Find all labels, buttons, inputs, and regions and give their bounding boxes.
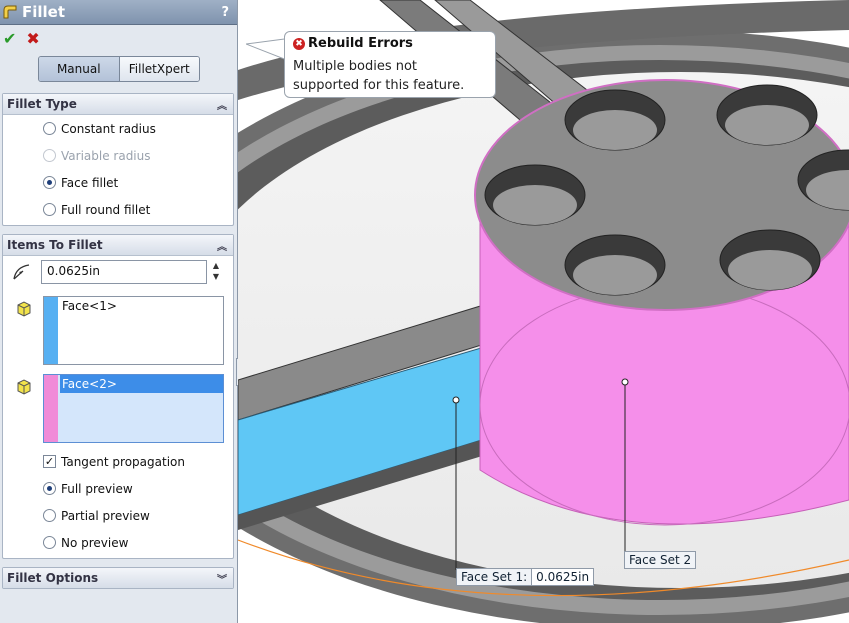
radio-variable-radius: Variable radius (3, 142, 233, 169)
error-icon: ✖ (293, 37, 305, 50)
radio-label: No preview (61, 535, 129, 550)
face-selection-icon (17, 301, 31, 317)
radio-button[interactable] (43, 536, 56, 549)
fillet-type-title: Fillet Type (7, 97, 77, 111)
tooltip-line2: supported for this feature. (293, 78, 465, 93)
face-set1-color-swatch (44, 297, 58, 364)
face-set1-list[interactable]: Face<1> (43, 296, 224, 365)
fillet-options-title: Fillet Options (7, 571, 99, 585)
radio-label: Face fillet (61, 175, 119, 190)
fillet-type-group: Fillet Type ︽ Constant radius Variable r… (2, 93, 234, 226)
radio-constant-radius[interactable]: Constant radius (3, 115, 233, 142)
radio-button-selected[interactable] (43, 482, 56, 495)
radio-button[interactable] (43, 509, 56, 522)
radio-button (43, 149, 56, 162)
collapse-chevron-icon[interactable]: ︽ (217, 238, 227, 253)
radio-partial-preview[interactable]: Partial preview (3, 502, 233, 529)
tooltip-header: ✖ Rebuild Errors (293, 36, 413, 51)
items-to-fillet-group: Items To Fillet ︽ 0.0625in ▲ ▼ Face<1> Fa… (2, 234, 234, 559)
radio-full-preview[interactable]: Full preview (3, 475, 233, 502)
ok-cancel-bar: ✔ ✖ (0, 25, 237, 51)
face-set2-item-selected[interactable]: Face<2> (60, 375, 223, 393)
property-manager: Fillet ? ✔ ✖ Manual FilletXpert Fillet T… (0, 0, 238, 623)
tooltip-message: Multiple bodies not supported for this f… (293, 57, 464, 95)
face-set2-callout[interactable]: Face Set 2 (624, 551, 697, 569)
collapse-chevron-icon[interactable]: ︽ (217, 97, 227, 112)
face-set2-list[interactable]: Face<2> (43, 374, 224, 443)
fillet-options-header[interactable]: Fillet Options ︾ (3, 568, 233, 588)
items-to-fillet-header[interactable]: Items To Fillet ︽ (3, 235, 233, 256)
fillet-type-header[interactable]: Fillet Type ︽ (3, 94, 233, 115)
face-set1-callout-value[interactable]: 0.0625in (532, 569, 594, 585)
items-to-fillet-title: Items To Fillet (7, 238, 103, 252)
tooltip-title: Rebuild Errors (308, 36, 413, 51)
fillet-icon (3, 5, 17, 19)
mode-switch: Manual FilletXpert (38, 56, 200, 82)
cancel-x-icon[interactable]: ✖ (26, 29, 39, 48)
checkbox-label: Tangent propagation (61, 454, 185, 469)
panel-title-bar: Fillet ? (0, 0, 237, 25)
radio-label: Variable radius (61, 148, 151, 163)
rebuild-errors-tooltip: ✖ Rebuild Errors Multiple bodies not sup… (284, 31, 496, 98)
radius-spinner[interactable]: ▲ ▼ (209, 260, 223, 284)
expand-chevron-icon[interactable]: ︾ (217, 571, 227, 586)
radio-button-selected[interactable] (43, 176, 56, 189)
face-set1-callout[interactable]: Face Set 1: 0.0625in (456, 568, 595, 586)
radius-icon (13, 264, 30, 280)
radio-face-fillet[interactable]: Face fillet (3, 169, 233, 196)
radio-button[interactable] (43, 203, 56, 216)
fillet-options-group: Fillet Options ︾ (2, 567, 234, 589)
tab-filletxpert[interactable]: FilletXpert (119, 57, 199, 81)
face-set1-item[interactable]: Face<1> (60, 297, 223, 315)
radius-input[interactable]: 0.0625in (41, 260, 207, 284)
face-set2-color-swatch (44, 375, 58, 442)
panel-title: Fillet (22, 3, 66, 21)
face-selection-icon (17, 379, 31, 395)
radio-full-round-fillet[interactable]: Full round fillet (3, 196, 233, 223)
checkbox-checked[interactable]: ✓ (43, 455, 56, 468)
tangent-propagation-checkbox[interactable]: ✓ Tangent propagation (3, 448, 233, 475)
radio-label: Constant radius (61, 121, 156, 136)
radio-button[interactable] (43, 122, 56, 135)
help-icon[interactable]: ? (221, 5, 229, 20)
radio-label: Partial preview (61, 508, 150, 523)
tab-manual[interactable]: Manual (39, 57, 120, 81)
tooltip-line1: Multiple bodies not (293, 59, 418, 74)
radio-label: Full round fillet (61, 202, 151, 217)
radio-label: Full preview (61, 481, 133, 496)
ok-check-icon[interactable]: ✔ (3, 29, 16, 48)
radio-no-preview[interactable]: No preview (3, 529, 233, 556)
face-set1-callout-label: Face Set 1: (457, 569, 533, 585)
